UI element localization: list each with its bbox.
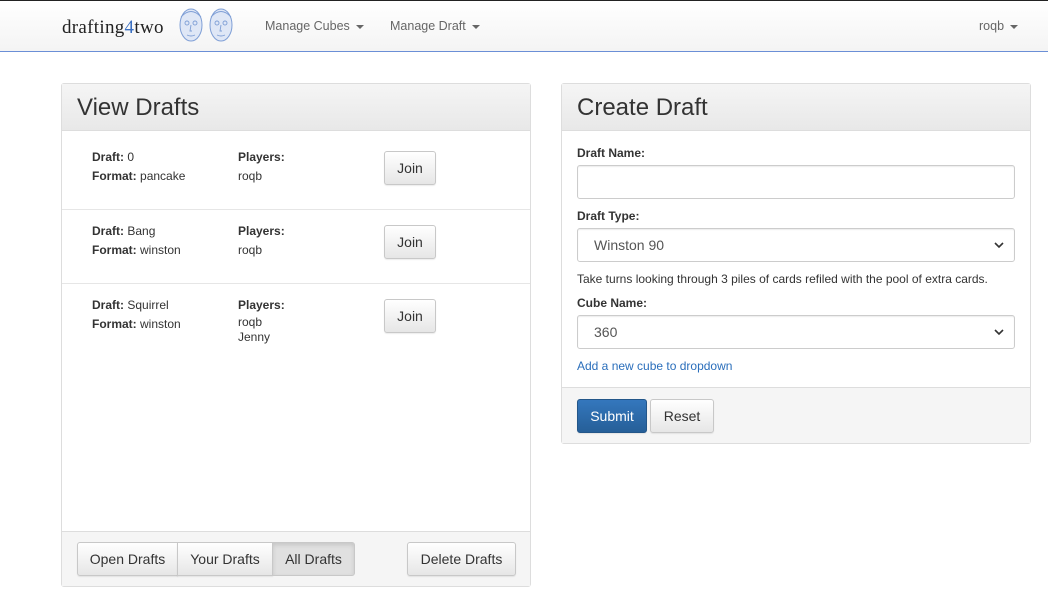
add-cube-link[interactable]: Add a new cube to dropdown bbox=[577, 359, 732, 373]
draft-type-value: Winston 90 bbox=[594, 237, 665, 253]
chevron-down-icon bbox=[994, 329, 1004, 336]
player-name: Jenny bbox=[238, 330, 271, 344]
draft-type-label: Draft Type: bbox=[577, 209, 640, 223]
manage-draft-menu[interactable]: Manage Draft bbox=[390, 19, 480, 33]
format-label: Format: bbox=[92, 169, 137, 183]
view-drafts-panel: View Drafts Draft: 0 Format: pancake Pla… bbox=[61, 83, 531, 587]
user-menu[interactable]: roqb bbox=[979, 19, 1019, 33]
create-draft-heading: Create Draft bbox=[562, 84, 1030, 131]
players-label: Players: bbox=[238, 298, 285, 312]
create-draft-footer: Submit Reset bbox=[562, 387, 1030, 443]
format-label: Format: bbox=[92, 317, 137, 331]
draft-label: Draft: bbox=[92, 224, 124, 238]
brand-suffix: two bbox=[134, 17, 164, 38]
players-info: Players: roqb bbox=[238, 148, 285, 186]
player-name: roqb bbox=[238, 243, 263, 257]
reset-button[interactable]: Reset bbox=[650, 399, 714, 433]
draft-name-label: Draft Name: bbox=[577, 146, 646, 160]
draft-row: Draft: Bang Format: winston Players: roq… bbox=[62, 210, 530, 284]
cube-name-select[interactable]: 360 bbox=[577, 315, 1015, 349]
draft-info: Draft: 0 Format: pancake bbox=[92, 148, 185, 186]
navbar: drafting4two Manage Cubes Manage Draft r… bbox=[0, 1, 1048, 52]
view-drafts-footer: Open Drafts Your Drafts All Drafts Delet… bbox=[62, 531, 530, 586]
user-name: roqb bbox=[979, 19, 1005, 33]
chevron-down-icon bbox=[1010, 24, 1019, 29]
manage-draft-label: Manage Draft bbox=[390, 19, 466, 33]
join-button[interactable]: Join bbox=[384, 225, 436, 259]
draft-info: Draft: Squirrel Format: winston bbox=[92, 296, 181, 334]
draft-type-help: Take turns looking through 3 piles of ca… bbox=[577, 272, 988, 286]
players-info: Players: roqb bbox=[238, 222, 285, 260]
players-label: Players: bbox=[238, 224, 285, 238]
players-info: Players: roqb Jenny bbox=[238, 296, 285, 345]
brand-number: 4 bbox=[124, 17, 135, 38]
chevron-down-icon bbox=[355, 24, 364, 29]
all-drafts-button[interactable]: All Drafts bbox=[272, 542, 355, 576]
draft-name-input[interactable] bbox=[577, 165, 1015, 199]
cube-name-value: 360 bbox=[594, 324, 618, 340]
player-name: roqb bbox=[238, 169, 263, 183]
manage-cubes-label: Manage Cubes bbox=[265, 19, 350, 33]
your-drafts-button[interactable]: Your Drafts bbox=[177, 542, 273, 576]
chevron-down-icon bbox=[471, 24, 480, 29]
brand-logo-text[interactable]: drafting4two bbox=[62, 17, 164, 39]
create-draft-title: Create Draft bbox=[577, 94, 708, 121]
create-draft-panel: Create Draft Draft Name: Draft Type: Win… bbox=[561, 83, 1031, 444]
faces-logo-icon bbox=[179, 8, 233, 42]
draft-format: winston bbox=[140, 243, 181, 257]
draft-row: Draft: 0 Format: pancake Players: roqb J… bbox=[62, 131, 530, 210]
open-drafts-button[interactable]: Open Drafts bbox=[77, 542, 178, 576]
join-button[interactable]: Join bbox=[384, 151, 436, 185]
draft-name: Squirrel bbox=[127, 298, 169, 312]
manage-cubes-menu[interactable]: Manage Cubes bbox=[265, 19, 364, 33]
draft-type-select[interactable]: Winston 90 bbox=[577, 228, 1015, 262]
draft-label: Draft: bbox=[92, 298, 124, 312]
draft-format: pancake bbox=[140, 169, 186, 183]
player-name: roqb bbox=[238, 315, 263, 329]
draft-format: winston bbox=[140, 317, 181, 331]
cube-name-label: Cube Name: bbox=[577, 296, 648, 310]
brand-prefix: drafting bbox=[62, 17, 125, 38]
join-button[interactable]: Join bbox=[384, 299, 436, 333]
view-drafts-title: View Drafts bbox=[77, 94, 200, 121]
view-drafts-heading: View Drafts bbox=[62, 84, 530, 131]
draft-info: Draft: Bang Format: winston bbox=[92, 222, 181, 260]
players-label: Players: bbox=[238, 150, 285, 164]
draft-name: Bang bbox=[127, 224, 156, 238]
delete-drafts-button[interactable]: Delete Drafts bbox=[407, 542, 516, 576]
draft-row: Draft: Squirrel Format: winston Players:… bbox=[62, 284, 530, 364]
format-label: Format: bbox=[92, 243, 137, 257]
chevron-down-icon bbox=[994, 242, 1004, 249]
draft-label: Draft: bbox=[92, 150, 124, 164]
submit-button[interactable]: Submit bbox=[577, 399, 647, 433]
draft-name: 0 bbox=[127, 150, 135, 164]
